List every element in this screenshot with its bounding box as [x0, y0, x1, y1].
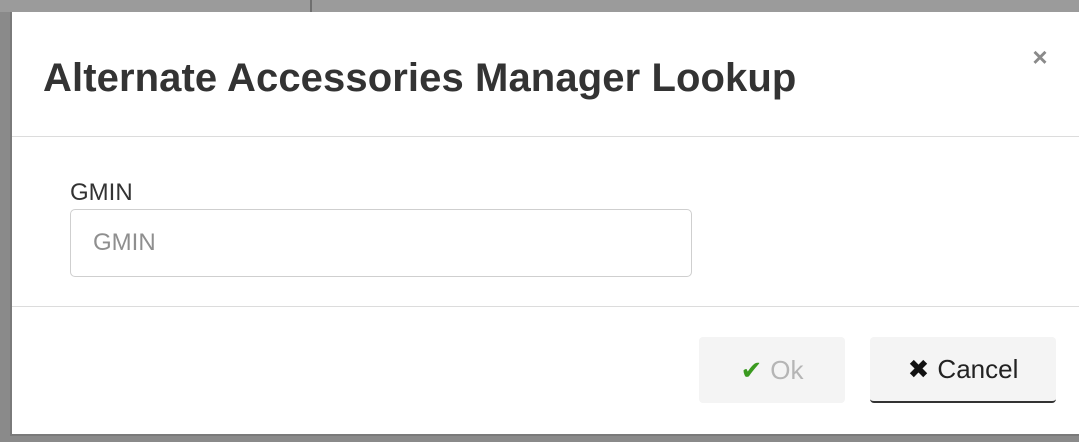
check-icon: ✔: [740, 354, 763, 385]
cancel-button[interactable]: ✖ Cancel: [870, 337, 1056, 403]
backdrop-divider: [310, 0, 312, 12]
cancel-label: Cancel: [937, 353, 1019, 384]
gmin-label: GMIN: [70, 179, 133, 206]
ok-button[interactable]: ✔ Ok: [699, 337, 845, 403]
page-backdrop: [0, 0, 1079, 12]
ok-label: Ok: [770, 354, 804, 385]
dialog-body: GMIN: [12, 137, 1079, 307]
close-x-icon: ✖: [907, 353, 930, 384]
dialog-header: Alternate Accessories Manager Lookup ×: [12, 12, 1079, 137]
close-icon[interactable]: ×: [1028, 44, 1052, 70]
lookup-dialog: Alternate Accessories Manager Lookup × G…: [10, 12, 1079, 436]
dialog-title: Alternate Accessories Manager Lookup: [43, 56, 797, 100]
gmin-input[interactable]: [70, 209, 692, 277]
